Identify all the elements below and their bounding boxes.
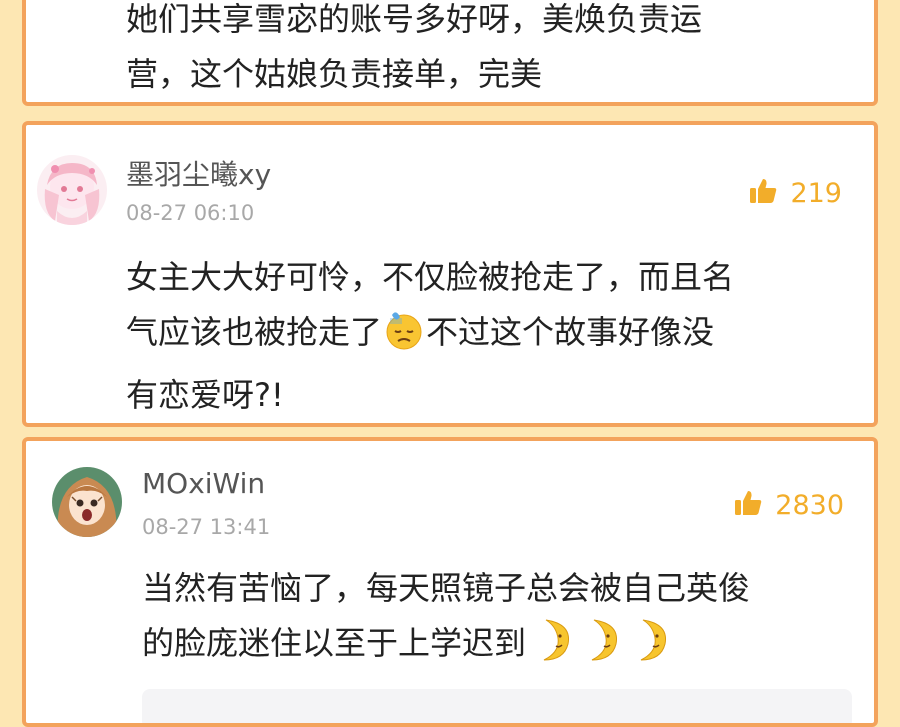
comment-text-segment: 的脸庞迷住以至于上学迟到 <box>142 624 527 662</box>
comment-text-line: 当然有苦恼了，每天照镜子总会被自己英俊 <box>142 569 751 607</box>
like-count: 2830 <box>775 489 844 521</box>
comment-text-segment: 不过这个故事好像没 <box>426 313 715 351</box>
comment-card: 她们共享雪宓的账号多好呀，美焕负责运 营，这个姑娘负责接单，完美 <box>22 0 878 106</box>
like-count: 219 <box>790 177 842 209</box>
comment-text: 女主大大好可怜，不仅脸被抢走了，而且名 气应该也被抢走了 不过这个故事好像没 有… <box>126 250 734 423</box>
comment-text-line: 的脸庞迷住以至于上学迟到 <box>142 616 750 679</box>
comment-text-line: 有恋爱呀?! <box>126 376 284 414</box>
reply-preview-box[interactable] <box>142 689 852 723</box>
username[interactable]: MOxiWin <box>142 467 265 500</box>
avatar[interactable] <box>37 155 107 225</box>
thumbs-up-icon <box>733 488 763 522</box>
thumbs-up-icon <box>748 176 778 210</box>
crescent-moon-face-icon <box>538 618 572 679</box>
comment-text-line: 营，这个姑娘负责接单，完美 <box>126 55 543 93</box>
sweat-face-icon <box>384 311 424 368</box>
comment-text: 她们共享雪宓的账号多好呀，美焕负责运 营，这个姑娘负责接单，完美 <box>126 0 702 102</box>
like-button[interactable]: 219 <box>748 173 842 213</box>
crescent-moon-face-icon <box>635 618 669 679</box>
timestamp: 08-27 13:41 <box>142 515 271 539</box>
username[interactable]: 墨羽尘曦xy <box>126 153 271 193</box>
comment-card: 墨羽尘曦xy 08-27 06:10 219 女主大大好可怜，不仅脸被抢走了，而… <box>22 121 878 427</box>
comment-text-segment: 气应该也被抢走了 <box>126 313 383 351</box>
comment-text: 当然有苦恼了，每天照镜子总会被自己英俊 的脸庞迷住以至于上学迟到 <box>142 561 750 679</box>
comment-card: MOxiWin 08-27 13:41 2830 当然有苦恼了，每天照镜子总会被… <box>22 437 878 727</box>
comment-text-line: 气应该也被抢走了 不过这个故事好像没 <box>126 305 734 368</box>
comment-text-line: 她们共享雪宓的账号多好呀，美焕负责运 <box>126 0 703 38</box>
crescent-moon-face-icon <box>586 618 620 679</box>
like-button[interactable]: 2830 <box>733 485 844 525</box>
timestamp: 08-27 06:10 <box>126 201 255 225</box>
comment-text-line: 女主大大好可怜，不仅脸被抢走了，而且名 <box>126 258 735 296</box>
avatar[interactable] <box>52 467 122 537</box>
